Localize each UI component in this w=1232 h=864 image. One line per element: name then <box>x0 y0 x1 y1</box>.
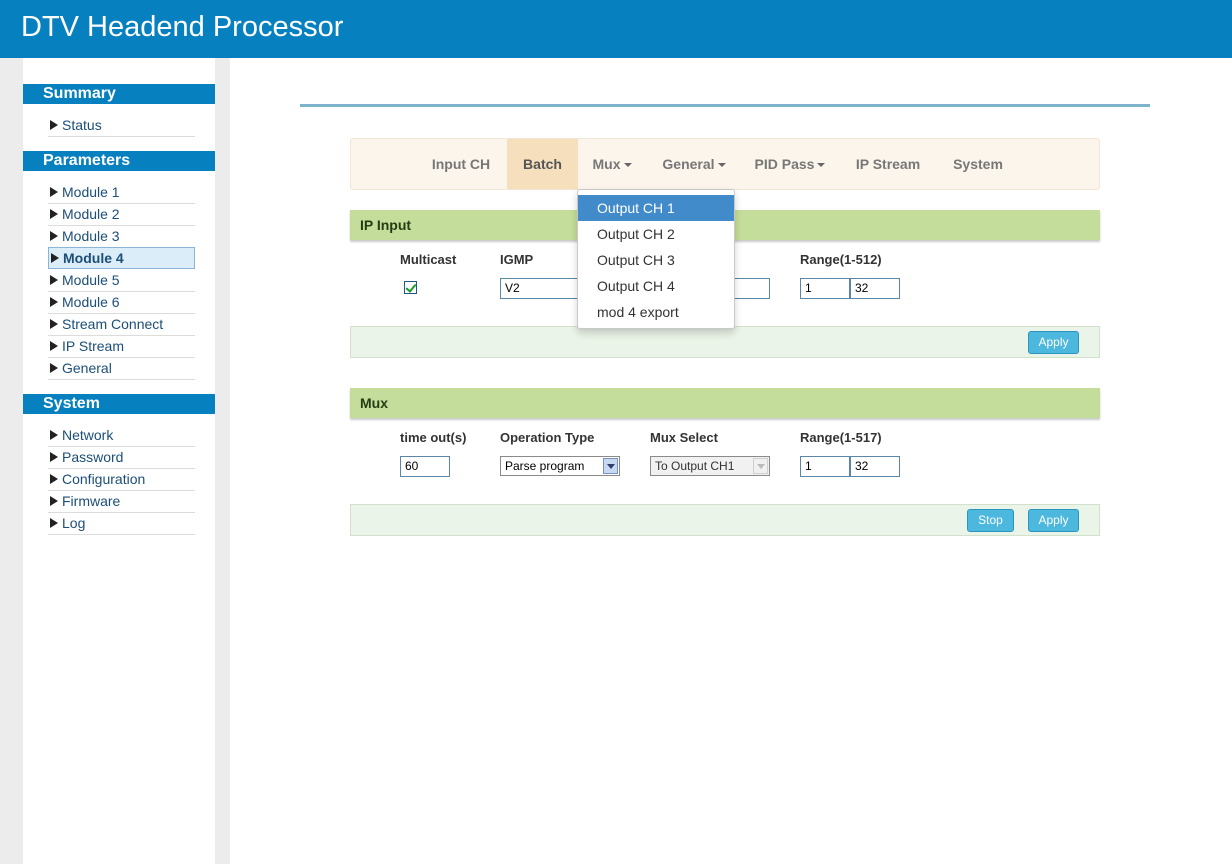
sidebar-item-module-3[interactable]: Module 3 <box>48 226 195 248</box>
sidebar-item-firmware[interactable]: Firmware <box>48 491 195 513</box>
arrow-right-icon <box>50 452 58 462</box>
divider <box>300 104 1150 107</box>
sidebar-item-module-4[interactable]: Module 4 <box>48 247 195 269</box>
sidebar-item-general[interactable]: General <box>48 358 195 380</box>
range-start-field[interactable]: 1 <box>800 278 850 299</box>
multicast-label: Multicast <box>400 252 457 267</box>
mux-range-label: Range(1-517) <box>800 430 882 445</box>
sidebar-item-status[interactable]: Status <box>48 115 195 137</box>
sidebar-item-module-1[interactable]: Module 1 <box>48 182 195 204</box>
mux-dropdown-menu: Output CH 1 Output CH 2 Output CH 3 Outp… <box>577 189 735 329</box>
operation-type-label: Operation Type <box>500 430 595 445</box>
caret-down-icon <box>717 163 726 167</box>
tab-batch[interactable]: Batch <box>507 139 578 189</box>
tab-ip-stream[interactable]: IP Stream <box>841 139 935 189</box>
arrow-right-icon <box>50 231 58 241</box>
sidebar-item-ip-stream[interactable]: IP Stream <box>48 336 195 358</box>
sidebar-section-parameters: Parameters <box>23 151 215 171</box>
sidebar-item-network[interactable]: Network <box>48 425 195 447</box>
arrow-right-icon <box>50 275 58 285</box>
sidebar-item-module-2[interactable]: Module 2 <box>48 204 195 226</box>
sidebar-item-log[interactable]: Log <box>48 513 195 535</box>
app-header: DTV Headend Processor <box>0 0 1232 58</box>
app-title: DTV Headend Processor <box>21 11 344 43</box>
menu-item-mod-4-export[interactable]: mod 4 export <box>578 299 734 325</box>
arrow-right-icon <box>50 474 58 484</box>
tab-system[interactable]: System <box>939 139 1017 189</box>
mux-range-start-field[interactable]: 1 <box>800 456 850 477</box>
mux-range-end-field[interactable]: 32 <box>850 456 900 477</box>
sidebar: Summary Status Parameters Module 1 Modul… <box>23 58 215 864</box>
arrow-right-icon <box>50 319 58 329</box>
mux-select-dropdown[interactable]: To Output CH1 <box>650 456 770 476</box>
arrow-right-icon <box>51 253 59 263</box>
operation-type-select[interactable]: Parse program <box>500 456 620 476</box>
arrow-right-icon <box>50 496 58 506</box>
apply-button[interactable]: Apply <box>1028 509 1079 532</box>
sidebar-item-stream-connect[interactable]: Stream Connect <box>48 314 195 336</box>
caret-down-icon <box>817 163 826 167</box>
timeout-label: time out(s) <box>400 430 467 445</box>
tab-mux[interactable]: Mux <box>578 139 646 189</box>
arrow-right-icon <box>50 363 58 373</box>
sidebar-item-module-6[interactable]: Module 6 <box>48 292 195 314</box>
multicast-checkbox[interactable] <box>404 281 417 294</box>
sidebar-section-system: System <box>23 394 215 414</box>
sidebar-item-module-5[interactable]: Module 5 <box>48 270 195 292</box>
range-end-field[interactable]: 32 <box>850 278 900 299</box>
menu-item-output-ch-4[interactable]: Output CH 4 <box>578 273 734 299</box>
menu-item-output-ch-2[interactable]: Output CH 2 <box>578 221 734 247</box>
timeout-field[interactable]: 60 <box>400 456 450 477</box>
arrow-right-icon <box>50 518 58 528</box>
mux-select-label: Mux Select <box>650 430 718 445</box>
menu-item-output-ch-1[interactable]: Output CH 1 <box>578 195 734 221</box>
arrow-right-icon <box>50 297 58 307</box>
range-label: Range(1-512) <box>800 252 882 267</box>
apply-button[interactable]: Apply <box>1028 331 1079 354</box>
stop-button[interactable]: Stop <box>967 509 1014 532</box>
mux-header: Mux <box>350 388 1100 418</box>
arrow-right-icon <box>50 209 58 219</box>
igmp-label: IGMP <box>500 252 534 267</box>
tab-general[interactable]: General <box>648 139 740 189</box>
arrow-right-icon <box>50 341 58 351</box>
arrow-right-icon <box>50 120 58 130</box>
ip-input-action-bar: Apply <box>350 326 1100 358</box>
chevron-down-icon <box>753 458 768 474</box>
tab-pid-pass[interactable]: PID Pass <box>744 139 836 189</box>
caret-down-icon <box>623 163 632 167</box>
arrow-right-icon <box>50 187 58 197</box>
arrow-right-icon <box>50 430 58 440</box>
tab-input-ch[interactable]: Input CH <box>419 139 503 189</box>
menu-item-output-ch-3[interactable]: Output CH 3 <box>578 247 734 273</box>
sidebar-item-password[interactable]: Password <box>48 447 195 469</box>
sidebar-section-summary: Summary <box>23 84 215 104</box>
sidebar-item-configuration[interactable]: Configuration <box>48 469 195 491</box>
main-content: Input CH Batch Mux General PID Pass IP S… <box>230 58 1232 864</box>
chevron-down-icon <box>603 458 618 474</box>
mux-action-bar: Stop Apply <box>350 504 1100 536</box>
tab-bar: Input CH Batch Mux General PID Pass IP S… <box>350 138 1100 190</box>
